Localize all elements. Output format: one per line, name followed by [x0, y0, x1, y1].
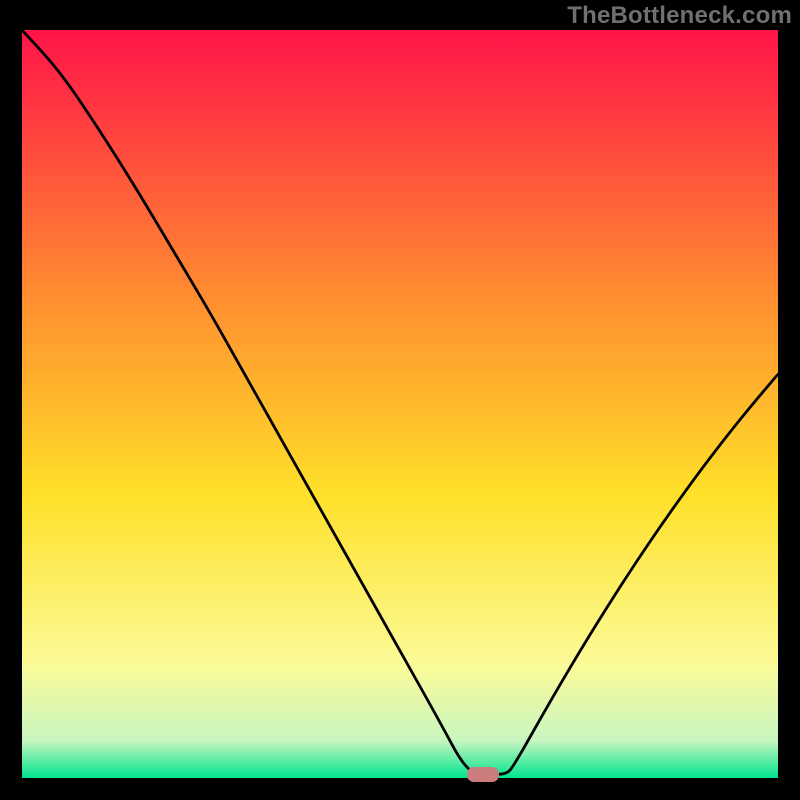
plot-area: [22, 30, 778, 778]
optimal-marker: [467, 767, 499, 782]
bottleneck-chart: TheBottleneck.com: [0, 0, 800, 800]
watermark-text: TheBottleneck.com: [567, 2, 792, 30]
gradient-background: [22, 30, 778, 778]
chart-svg: [22, 30, 778, 778]
